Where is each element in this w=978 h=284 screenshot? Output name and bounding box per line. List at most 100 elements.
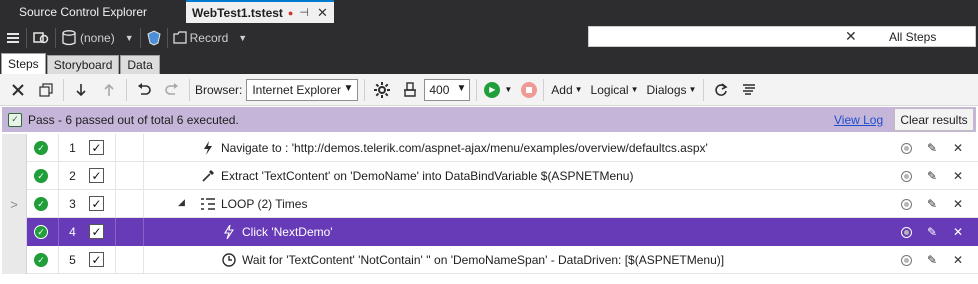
- dialogs-label: Dialogs: [646, 82, 687, 97]
- pass-status-icon: ✓: [34, 225, 48, 239]
- breakpoint-icon[interactable]: [898, 252, 914, 268]
- table-row[interactable]: ✓ 5 ✓ Wait for 'TextContent' 'NotContain…: [2, 246, 978, 274]
- table-row[interactable]: ✓ 1 ✓ Navigate to : 'http://demos.teleri…: [2, 134, 978, 162]
- record-icon[interactable]: [170, 27, 190, 49]
- delete-icon[interactable]: [4, 78, 32, 102]
- move-down-icon[interactable]: [67, 78, 95, 102]
- settings-gear-icon[interactable]: [368, 78, 396, 102]
- row-handle[interactable]: >: [2, 190, 27, 218]
- caret-down-icon: ▼: [574, 85, 583, 94]
- step-enabled-checkbox[interactable]: ✓: [89, 196, 104, 211]
- edit-icon[interactable]: ✎: [924, 196, 940, 212]
- step-description: Wait for 'TextContent' 'NotContain' '' o…: [242, 253, 725, 267]
- collapse-expander-icon[interactable]: ◢: [178, 197, 185, 208]
- separator: [26, 27, 27, 48]
- delete-step-icon[interactable]: ✕: [950, 252, 966, 268]
- data-scheme-value[interactable]: (none): [80, 31, 115, 45]
- lightning-icon: [200, 140, 216, 156]
- pin-icon[interactable]: ⊣: [299, 6, 309, 19]
- delete-step-icon[interactable]: ✕: [950, 140, 966, 156]
- chevron-down-icon[interactable]: ▼: [504, 85, 512, 94]
- view-log-link[interactable]: View Log: [834, 113, 883, 127]
- step-description: Navigate to : 'http://demos.telerik.com/…: [221, 141, 708, 155]
- breakpoint-icon[interactable]: [898, 196, 914, 212]
- delete-step-icon[interactable]: ✕: [950, 196, 966, 212]
- breakpoint-icon[interactable]: [898, 224, 914, 240]
- separator: [139, 27, 141, 48]
- result-summary-bar: ✓ Pass - 6 passed out of total 6 execute…: [2, 107, 976, 132]
- column-divider: [143, 190, 144, 218]
- step-enabled-checkbox[interactable]: ✓: [89, 224, 104, 239]
- elements-icon[interactable]: [29, 27, 53, 49]
- chevron-down-icon[interactable]: ▼: [125, 33, 134, 43]
- shield-icon[interactable]: [143, 27, 165, 49]
- search-scope-select[interactable]: All Steps: [889, 30, 936, 44]
- unsaved-indicator-icon: ●: [287, 7, 294, 18]
- tab-storyboard[interactable]: Storyboard: [46, 55, 120, 74]
- pin-icon[interactable]: [396, 78, 424, 102]
- pass-status-icon: ✓: [34, 253, 48, 267]
- column-divider: [143, 162, 144, 190]
- edit-icon[interactable]: ✎: [924, 224, 940, 240]
- copy-icon[interactable]: [32, 78, 60, 102]
- tab-steps[interactable]: Steps: [1, 53, 46, 74]
- dialogs-menu-button[interactable]: Dialogs ▼: [643, 79, 701, 101]
- undo-icon[interactable]: [130, 78, 158, 102]
- browser-label: Browser:: [195, 82, 243, 97]
- column-divider: [143, 134, 144, 162]
- column-divider: [143, 246, 144, 274]
- add-label: Add: [551, 82, 573, 97]
- row-handle[interactable]: [2, 162, 27, 190]
- separator: [703, 78, 705, 101]
- edit-icon[interactable]: ✎: [924, 168, 940, 184]
- format-list-icon[interactable]: [735, 78, 763, 102]
- separator: [63, 78, 64, 101]
- step-number: 2: [58, 162, 86, 190]
- row-handle[interactable]: [2, 246, 27, 274]
- table-row-selected[interactable]: ✓ 4 ✓ Click 'NextDemo' ✎ ✕: [2, 218, 978, 246]
- speed-select[interactable]: 400 ▼: [424, 78, 471, 101]
- row-handle[interactable]: [2, 218, 27, 246]
- browser-select[interactable]: Internet Explorer ▼: [246, 78, 359, 101]
- close-icon[interactable]: ✕: [317, 5, 328, 21]
- step-number: 3: [58, 190, 86, 218]
- menu-icon[interactable]: [2, 27, 24, 49]
- pass-status-icon: ✓: [34, 169, 48, 183]
- tab-data[interactable]: Data: [120, 55, 160, 74]
- separator: [364, 78, 366, 101]
- redo-icon[interactable]: [158, 78, 186, 102]
- breakpoint-icon[interactable]: [898, 140, 914, 156]
- clear-search-icon[interactable]: ✕: [845, 28, 857, 45]
- pass-status-icon: ✓: [34, 141, 48, 155]
- table-row[interactable]: > ✓ 3 ✓ ◢ LOOP (2) Times ✎ ✕: [2, 190, 978, 218]
- run-button[interactable]: ▶: [480, 78, 504, 102]
- tab-source-control-explorer[interactable]: Source Control Explorer: [0, 0, 186, 23]
- step-enabled-checkbox[interactable]: ✓: [89, 252, 104, 267]
- search-input[interactable]: [589, 27, 829, 46]
- chevron-down-icon[interactable]: ▼: [238, 33, 247, 43]
- edit-icon[interactable]: ✎: [924, 140, 940, 156]
- delete-step-icon[interactable]: ✕: [950, 168, 966, 184]
- row-handle[interactable]: [2, 134, 27, 162]
- edit-icon[interactable]: ✎: [924, 252, 940, 268]
- refresh-icon[interactable]: [707, 78, 735, 102]
- database-icon[interactable]: [58, 27, 80, 49]
- step-enabled-checkbox[interactable]: ✓: [89, 140, 104, 155]
- pass-status-icon: ✓: [34, 197, 48, 211]
- move-up-icon[interactable]: [95, 78, 123, 102]
- step-number: 5: [58, 246, 86, 274]
- tab-webtest1[interactable]: WebTest1.tstest ● ⊣ ✕: [186, 0, 334, 23]
- clear-results-button[interactable]: Clear results: [894, 108, 974, 131]
- steps-toolbar: Browser: Internet Explorer ▼ 400 ▼ ▶ ▼ A…: [0, 74, 978, 106]
- logical-menu-button[interactable]: Logical ▼: [587, 79, 643, 101]
- caret-down-icon: ▼: [630, 85, 639, 94]
- browser-value: Internet Explorer: [252, 82, 342, 97]
- step-enabled-checkbox[interactable]: ✓: [89, 168, 104, 183]
- delete-step-icon[interactable]: ✕: [950, 224, 966, 240]
- record-button[interactable]: Record: [190, 31, 229, 45]
- lightning-icon: [221, 224, 237, 240]
- stop-button[interactable]: [518, 78, 540, 102]
- add-menu-button[interactable]: Add ▼: [547, 79, 586, 101]
- table-row[interactable]: ✓ 2 ✓ Extract 'TextContent' on 'DemoName…: [2, 162, 978, 190]
- breakpoint-icon[interactable]: [898, 168, 914, 184]
